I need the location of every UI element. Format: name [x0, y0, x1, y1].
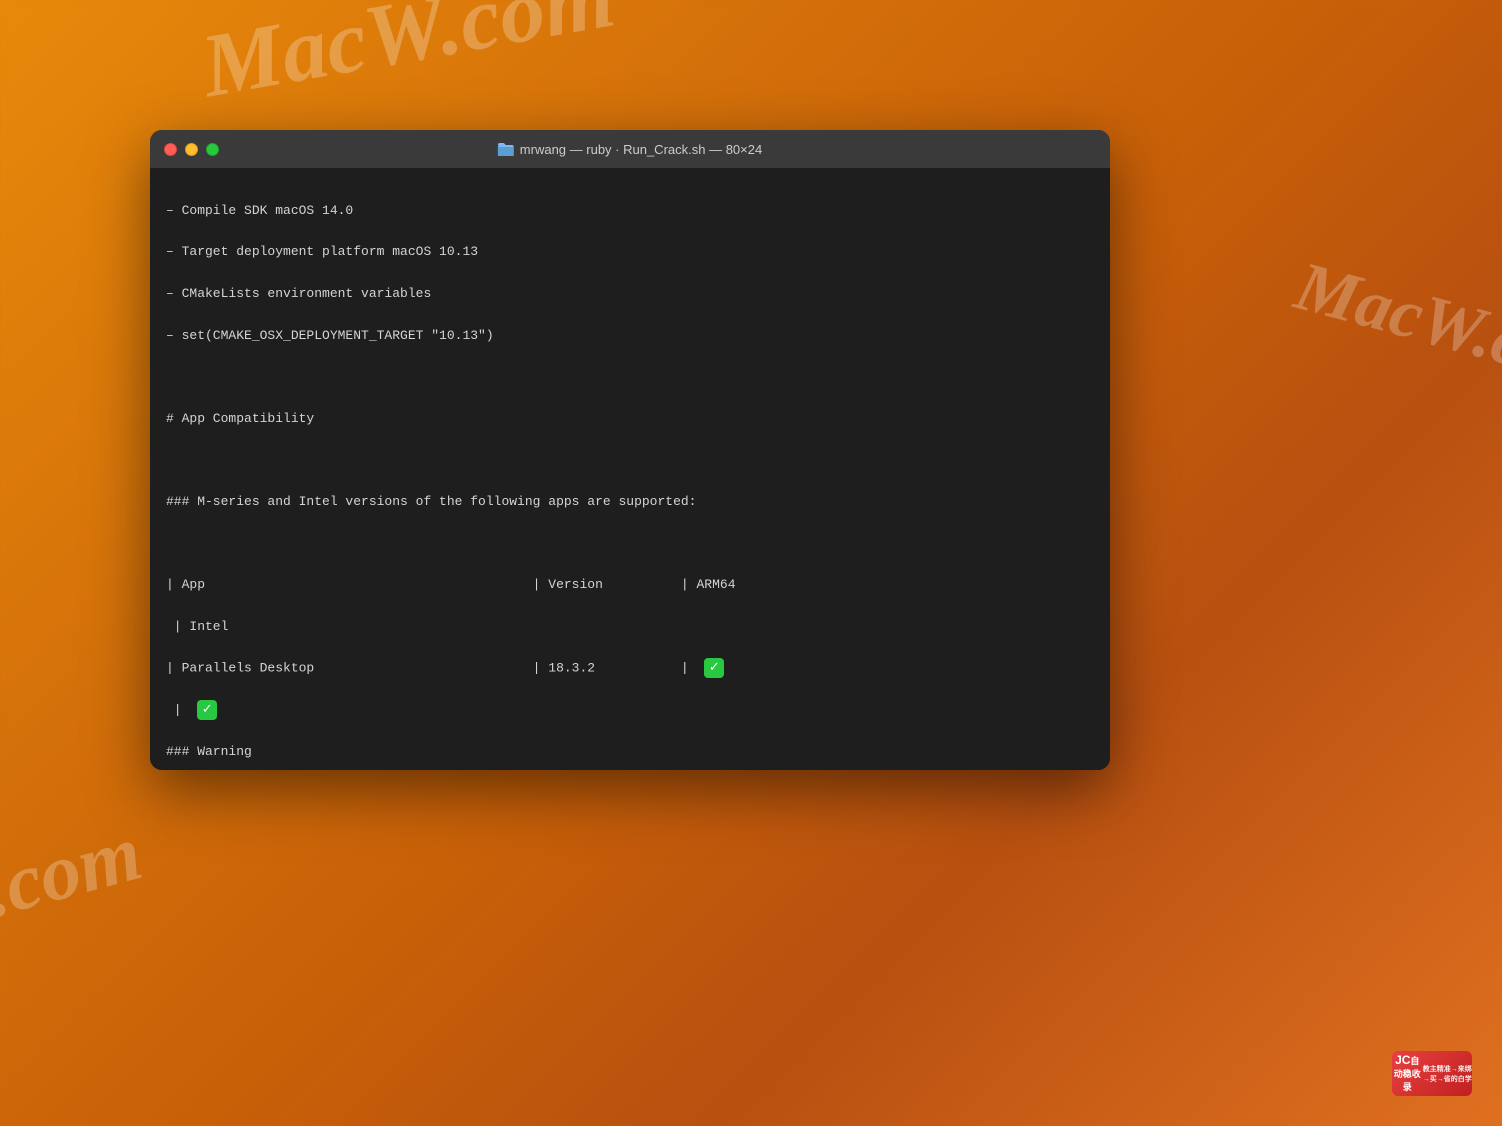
terminal-empty-line: [166, 450, 1094, 471]
terminal-line: – set(CMAKE_OSX_DEPLOYMENT_TARGET "10.13…: [166, 326, 1094, 347]
intel-checkbox: ✓: [197, 700, 217, 720]
terminal-line: – Compile SDK macOS 14.0: [166, 201, 1094, 222]
terminal-line: | App | Version | ARM64: [166, 575, 1094, 596]
watermark-right: MacW.co: [1287, 247, 1502, 394]
title-bar-text: mrwang — ruby · Run_Crack.sh — 80×24: [498, 142, 762, 157]
watermark-top: MacW.com: [194, 0, 621, 118]
terminal-line: | ✓: [166, 700, 1094, 721]
logo-badge: JC自动稳收录 教主精准→来绑→买→省的白学: [1392, 1051, 1472, 1096]
terminal-line: ### M-series and Intel versions of the f…: [166, 492, 1094, 513]
logo-text-line2: 教主精准→来绑→买→省的白学: [1423, 1065, 1473, 1083]
terminal-line: – Target deployment platform macOS 10.13: [166, 242, 1094, 263]
minimize-button[interactable]: [185, 143, 198, 156]
logo-text-line1: JC自动稳收录: [1392, 1053, 1423, 1095]
terminal-empty-line: [166, 367, 1094, 388]
folder-icon: [498, 142, 514, 156]
terminal-line: | Intel: [166, 617, 1094, 638]
terminal-line: ### Warning: [166, 742, 1094, 763]
terminal-content[interactable]: – Compile SDK macOS 14.0 – Target deploy…: [150, 168, 1110, 770]
traffic-lights: [164, 143, 219, 156]
close-button[interactable]: [164, 143, 177, 156]
window-title: mrwang — ruby · Run_Crack.sh — 80×24: [520, 142, 762, 157]
terminal-empty-line: [166, 534, 1094, 555]
arm64-checkbox: ✓: [704, 658, 724, 678]
maximize-button[interactable]: [206, 143, 219, 156]
watermark-left: W.com: [0, 808, 151, 954]
terminal-window: mrwang — ruby · Run_Crack.sh — 80×24 – C…: [150, 130, 1110, 770]
terminal-line: | Parallels Desktop | 18.3.2 | ✓: [166, 658, 1094, 679]
terminal-line: – CMakeLists environment variables: [166, 284, 1094, 305]
title-bar: mrwang — ruby · Run_Crack.sh — 80×24: [150, 130, 1110, 168]
terminal-line: # App Compatibility: [166, 409, 1094, 430]
